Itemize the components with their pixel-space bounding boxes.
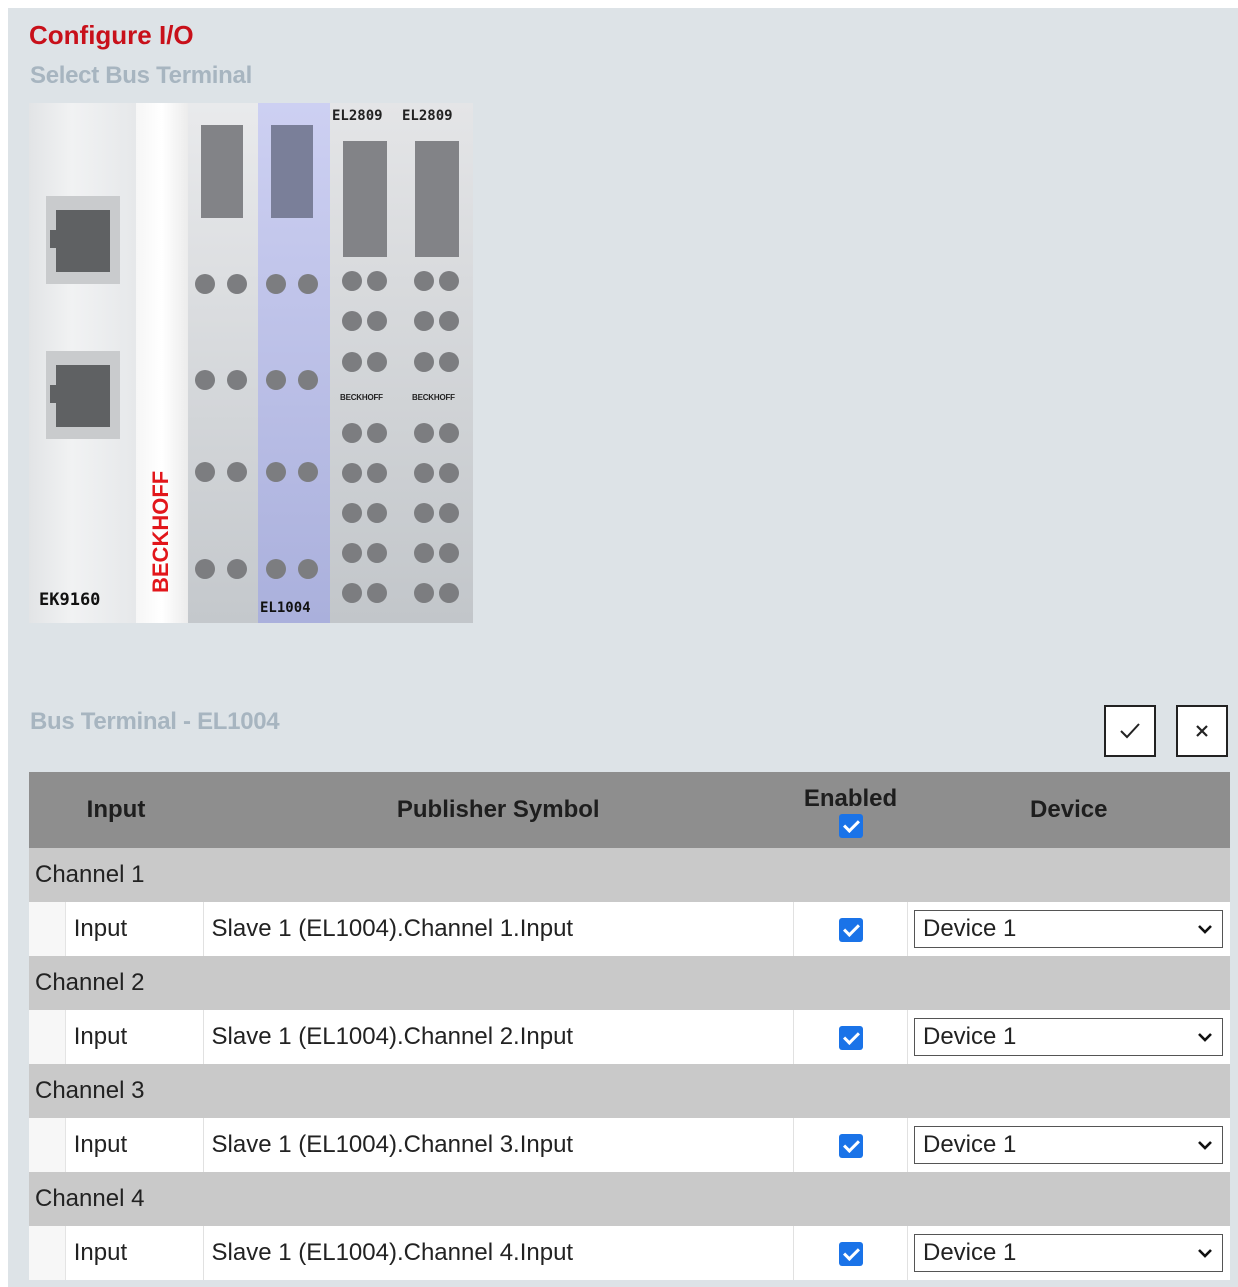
table-header-row: Input Publisher Symbol Enabled Device (29, 772, 1230, 848)
chevron-down-icon (1198, 1249, 1212, 1258)
table-row: Input Slave 1 (EL1004).Channel 2.Input D… (29, 1010, 1230, 1064)
device-select[interactable]: Device 1 (914, 1126, 1223, 1164)
page-title: Configure I/O (29, 20, 194, 50)
enabled-checkbox[interactable] (838, 1133, 863, 1158)
terminal-el2809-1[interactable]: EL2809 BECKHOFF (330, 103, 402, 623)
close-icon (1196, 725, 1208, 737)
device-select-value: Device 1 (923, 1239, 1017, 1266)
check-icon (1120, 723, 1140, 739)
channel-group-row: Channel 2 (29, 956, 1230, 1010)
channel-group-row: Channel 4 (29, 1172, 1230, 1226)
terminal-el1004-selected[interactable]: EL1004 (258, 103, 330, 623)
device-select-value: Device 1 (923, 1131, 1017, 1158)
input-cell: Input (65, 1010, 204, 1064)
ethernet-port-icon (46, 196, 120, 284)
io-table: Input Publisher Symbol Enabled Device Ch… (29, 772, 1230, 1280)
beckhoff-logo-strip: BECKHOFF (136, 103, 188, 623)
terminal-top-label: EL2809 (402, 108, 453, 124)
publisher-symbol-cell: Slave 1 (EL1004).Channel 1.Input (203, 902, 794, 956)
input-cell: Input (65, 1118, 204, 1172)
channel-label: Channel 1 (29, 848, 1230, 902)
publisher-symbol-cell: Slave 1 (EL1004).Channel 3.Input (203, 1118, 794, 1172)
terminal-top-label: EL2809 (332, 108, 383, 124)
channel-group-row: Channel 1 (29, 848, 1230, 902)
device-select-value: Device 1 (923, 915, 1017, 942)
channel-group-row: Channel 3 (29, 1064, 1230, 1118)
terminal-slot-1[interactable] (188, 103, 258, 623)
channel-label: Channel 2 (29, 956, 1230, 1010)
device-select-value: Device 1 (923, 1023, 1017, 1050)
channel-label: Channel 3 (29, 1064, 1230, 1118)
header-publisher-symbol: Publisher Symbol (203, 772, 794, 848)
coupler-label: EK9160 (39, 590, 101, 610)
selected-terminal-label: EL1004 (260, 600, 311, 616)
brand-mark: BECKHOFF (340, 393, 383, 402)
confirm-button[interactable] (1104, 705, 1156, 757)
enable-all-checkbox[interactable] (838, 813, 863, 838)
configure-io-panel: Configure I/O Select Bus Terminal EK9160… (8, 8, 1238, 1287)
chevron-down-icon (1198, 1033, 1212, 1042)
chevron-down-icon (1198, 1141, 1212, 1150)
terminal-el2809-2[interactable]: EL2809 BECKHOFF (402, 103, 473, 623)
cancel-button[interactable] (1176, 705, 1228, 757)
enabled-checkbox[interactable] (838, 1241, 863, 1266)
bus-terminal-heading: Bus Terminal - EL1004 (30, 708, 280, 735)
device-select[interactable]: Device 1 (914, 910, 1223, 948)
table-row: Input Slave 1 (EL1004).Channel 3.Input D… (29, 1118, 1230, 1172)
input-cell: Input (65, 1226, 204, 1280)
header-enabled: Enabled (793, 772, 908, 848)
table-row: Input Slave 1 (EL1004).Channel 1.Input D… (29, 902, 1230, 956)
ethernet-port-icon (46, 351, 120, 439)
header-input: Input (29, 772, 203, 848)
select-bus-terminal-heading: Select Bus Terminal (30, 62, 252, 89)
header-device: Device (907, 772, 1230, 848)
publisher-symbol-cell: Slave 1 (EL1004).Channel 4.Input (203, 1226, 794, 1280)
enabled-checkbox[interactable] (838, 917, 863, 942)
enabled-checkbox[interactable] (838, 1025, 863, 1050)
input-cell: Input (65, 902, 204, 956)
header-enabled-label: Enabled (803, 785, 898, 812)
beckhoff-logo: BECKHOFF (148, 470, 173, 593)
table-row: Input Slave 1 (EL1004).Channel 4.Input D… (29, 1226, 1230, 1280)
terminal-ek9160[interactable]: EK9160 (29, 103, 136, 623)
publisher-symbol-cell: Slave 1 (EL1004).Channel 2.Input (203, 1010, 794, 1064)
brand-mark: BECKHOFF (412, 393, 455, 402)
channel-label: Channel 4 (29, 1172, 1230, 1226)
device-select[interactable]: Device 1 (914, 1018, 1223, 1056)
chevron-down-icon (1198, 925, 1212, 934)
terminal-strip: EK9160 BECKHOFF EL1004 EL2809 BECKHOFF E… (29, 103, 473, 623)
device-select[interactable]: Device 1 (914, 1234, 1223, 1272)
